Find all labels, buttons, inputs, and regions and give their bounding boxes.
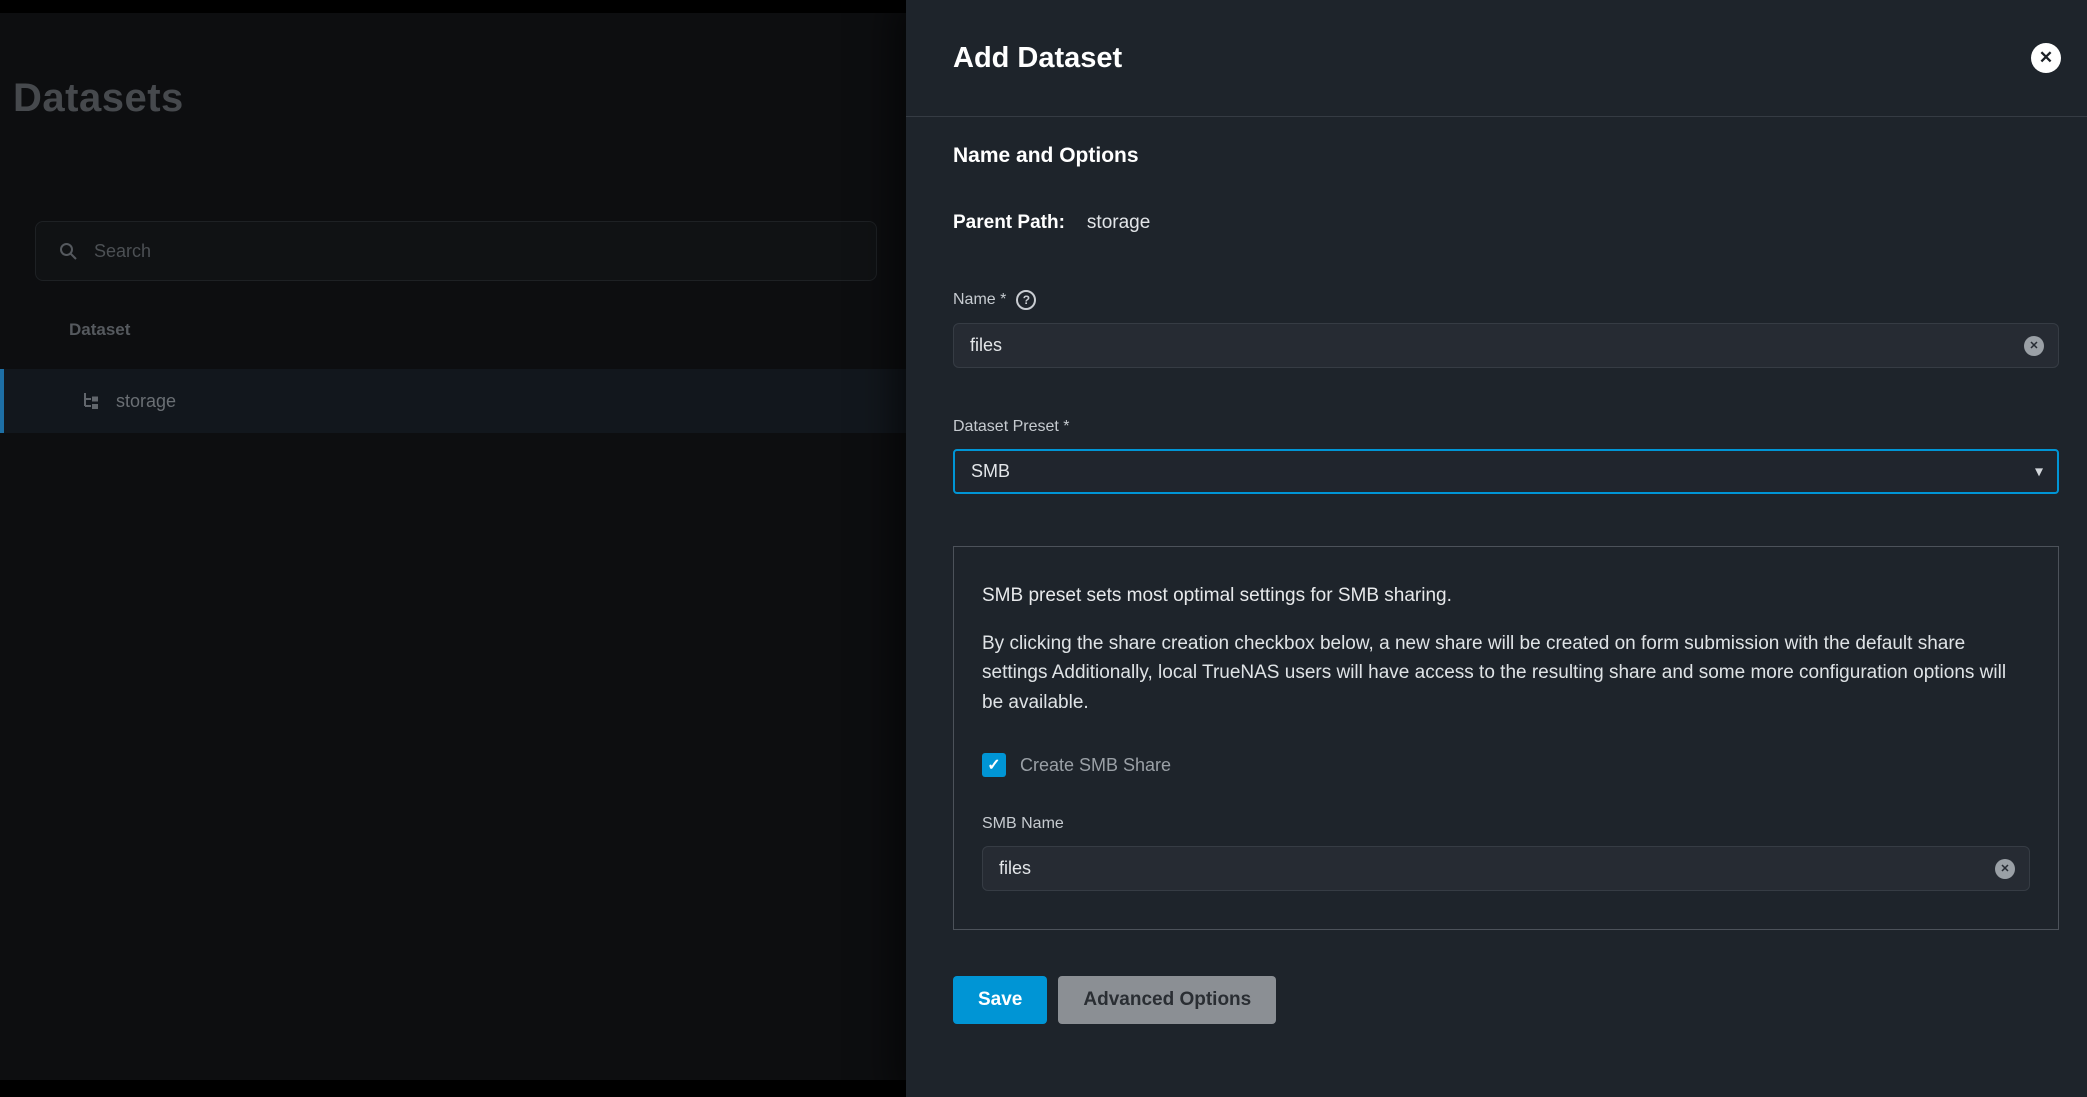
dialog-header: Add Dataset ✕ bbox=[906, 0, 2087, 117]
create-smb-share-row[interactable]: ✓ Create SMB Share bbox=[982, 753, 2030, 777]
smb-name-input[interactable] bbox=[982, 846, 2030, 891]
dataset-preset-select[interactable]: SMB ▾ bbox=[953, 449, 2059, 494]
add-dataset-dialog: Add Dataset ✕ Name and Options Parent Pa… bbox=[906, 0, 2087, 1097]
section-heading: Name and Options bbox=[953, 144, 2059, 168]
smb-name-clear-icon[interactable]: ✕ bbox=[1995, 859, 2015, 879]
page-dim-overlay bbox=[0, 13, 906, 1080]
create-smb-share-checkbox[interactable]: ✓ bbox=[982, 753, 1006, 777]
parent-path-label: Parent Path: bbox=[953, 212, 1065, 234]
close-icon: ✕ bbox=[2039, 48, 2053, 68]
preset-field-label: Dataset Preset * bbox=[953, 418, 2059, 436]
name-field-wrap: ✕ bbox=[953, 323, 2059, 368]
dialog-actions: Save Advanced Options bbox=[953, 976, 2059, 1024]
dataset-row-storage[interactable]: storage bbox=[0, 369, 906, 433]
dialog-title: Add Dataset bbox=[953, 42, 1122, 75]
create-smb-share-label: Create SMB Share bbox=[1020, 755, 1171, 776]
parent-path-value: storage bbox=[1087, 212, 1150, 234]
search-field[interactable] bbox=[35, 221, 877, 281]
preset-selected-value: SMB bbox=[971, 461, 1010, 482]
screen: Datasets Dataset storage bbox=[0, 0, 2087, 1097]
smb-options-fieldset: SMB preset sets most optimal settings fo… bbox=[953, 546, 2059, 930]
smb-info-line2: By clicking the share creation checkbox … bbox=[982, 629, 2030, 717]
search-icon bbox=[58, 241, 78, 261]
datasets-page: Datasets Dataset storage bbox=[0, 0, 906, 1097]
name-input[interactable] bbox=[953, 323, 2059, 368]
smb-name-wrap: ✕ bbox=[982, 846, 2030, 891]
page-title: Datasets bbox=[13, 76, 184, 121]
dataset-tree-icon bbox=[80, 390, 102, 412]
name-field-label: Name * bbox=[953, 291, 1006, 309]
save-button[interactable]: Save bbox=[953, 976, 1047, 1024]
close-button[interactable]: ✕ bbox=[2031, 43, 2061, 73]
dataset-row-label: storage bbox=[116, 391, 176, 412]
parent-path: Parent Path: storage bbox=[953, 212, 2059, 234]
help-icon[interactable]: ? bbox=[1016, 290, 1036, 310]
smb-name-label: SMB Name bbox=[982, 815, 2030, 833]
column-header-dataset: Dataset bbox=[69, 320, 130, 340]
search-input[interactable] bbox=[94, 241, 854, 262]
chevron-down-icon: ▾ bbox=[2035, 461, 2043, 481]
name-clear-icon[interactable]: ✕ bbox=[2024, 336, 2044, 356]
dialog-body: Name and Options Parent Path: storage Na… bbox=[906, 144, 2087, 1024]
smb-info-line1: SMB preset sets most optimal settings fo… bbox=[982, 585, 2030, 607]
advanced-options-button[interactable]: Advanced Options bbox=[1058, 976, 1276, 1024]
name-field-label-row: Name * ? bbox=[953, 290, 2059, 310]
check-icon: ✓ bbox=[987, 755, 1000, 775]
